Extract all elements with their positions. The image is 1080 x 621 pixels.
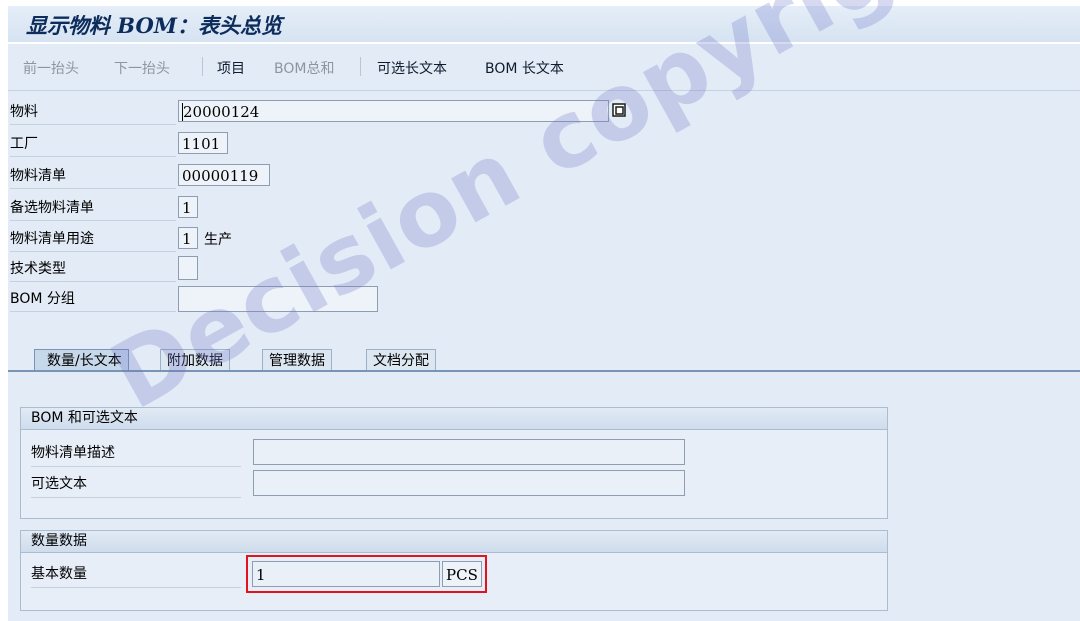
prev-header-button[interactable]: 前一抬头: [23, 58, 79, 78]
alt-long-text-button[interactable]: 可选长文本: [377, 58, 447, 78]
page-title: 显示物料 BOM：表头总览: [26, 13, 282, 38]
tab-document-assignment[interactable]: 文档分配: [366, 349, 436, 372]
bom-group-label: BOM 分组: [10, 287, 176, 312]
plant-label: 工厂: [10, 132, 176, 157]
items-button[interactable]: 项目: [217, 58, 245, 78]
tab-quantity-long-text[interactable]: 数量/长文本: [34, 349, 129, 372]
next-header-button[interactable]: 下一抬头: [114, 58, 170, 78]
toolbar-separator: [202, 57, 203, 76]
bom-text-group-title: BOM 和可选文本: [21, 408, 887, 430]
tech-type-field[interactable]: [178, 256, 198, 280]
tab-additional-data[interactable]: 附加数据: [160, 349, 230, 372]
alt-bom-field[interactable]: 1: [178, 196, 198, 218]
base-quantity-label: 基本数量: [31, 561, 241, 588]
material-field[interactable]: 20000124: [178, 100, 609, 122]
highlight-box: [246, 555, 487, 593]
bom-desc-label: 物料清单描述: [31, 440, 241, 467]
usage-text: 生产: [204, 232, 232, 248]
bom-label: 物料清单: [10, 164, 176, 189]
bom-group-field[interactable]: [178, 286, 378, 312]
copy-icon[interactable]: [612, 103, 626, 117]
alt-text-field[interactable]: [253, 470, 685, 496]
title-bar: 显示物料 BOM：表头总览: [8, 6, 1080, 42]
alt-bom-label: 备选物料清单: [10, 196, 176, 221]
bom-total-button[interactable]: BOM总和: [274, 58, 334, 78]
quantity-group-title: 数量数据: [21, 531, 887, 553]
tab-strip-line: [8, 370, 1080, 372]
material-value: 20000124: [182, 103, 260, 121]
usage-label: 物料清单用途: [10, 227, 176, 252]
bom-field[interactable]: 00000119: [178, 164, 270, 186]
application-toolbar: 前一抬头 下一抬头 项目 BOM总和 可选长文本 BOM 长文本: [8, 44, 1080, 91]
plant-field[interactable]: 1101: [178, 132, 228, 154]
bom-desc-field[interactable]: [253, 439, 685, 465]
bom-long-text-button[interactable]: BOM 长文本: [485, 58, 564, 78]
usage-field[interactable]: 1: [178, 227, 198, 249]
alt-text-label: 可选文本: [31, 471, 241, 498]
toolbar-separator: [360, 57, 361, 76]
material-label: 物料: [10, 100, 176, 125]
tech-type-label: 技术类型: [10, 257, 176, 282]
tab-admin-data[interactable]: 管理数据: [262, 349, 332, 372]
